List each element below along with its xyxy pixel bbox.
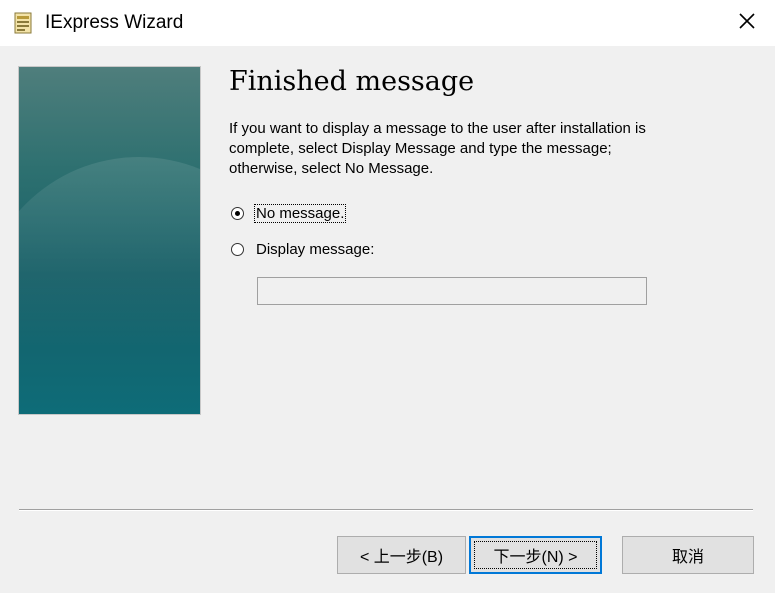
next-button[interactable]: 下一步(N) > [469,536,602,574]
banner-highlight [19,157,200,414]
close-icon [738,12,756,35]
message-text-field[interactable] [257,277,647,305]
display-message-radio[interactable] [231,243,244,256]
display-message-option[interactable]: Display message: [231,241,375,258]
footer-separator [19,509,753,511]
no-message-option[interactable]: No message. [231,204,347,223]
close-button[interactable] [719,0,775,46]
page-heading: Finished message [229,66,475,97]
title-bar: IExpress Wizard [0,0,775,46]
back-button-label: < 上一步(B) [359,549,444,566]
window-title: IExpress Wizard [45,12,184,33]
no-message-radio[interactable] [231,207,244,220]
page-description: If you want to display a message to the … [229,120,646,177]
next-button-label: 下一步(N) > [471,538,600,572]
cancel-button-label: 取消 [671,549,704,566]
wizard-side-banner [18,66,201,415]
cancel-button[interactable]: 取消 [622,536,754,574]
back-button[interactable]: < 上一步(B) [337,536,466,574]
display-message-label[interactable]: Display message: [255,241,375,258]
iexpress-app-icon [14,12,32,34]
no-message-label[interactable]: No message. [253,204,347,223]
